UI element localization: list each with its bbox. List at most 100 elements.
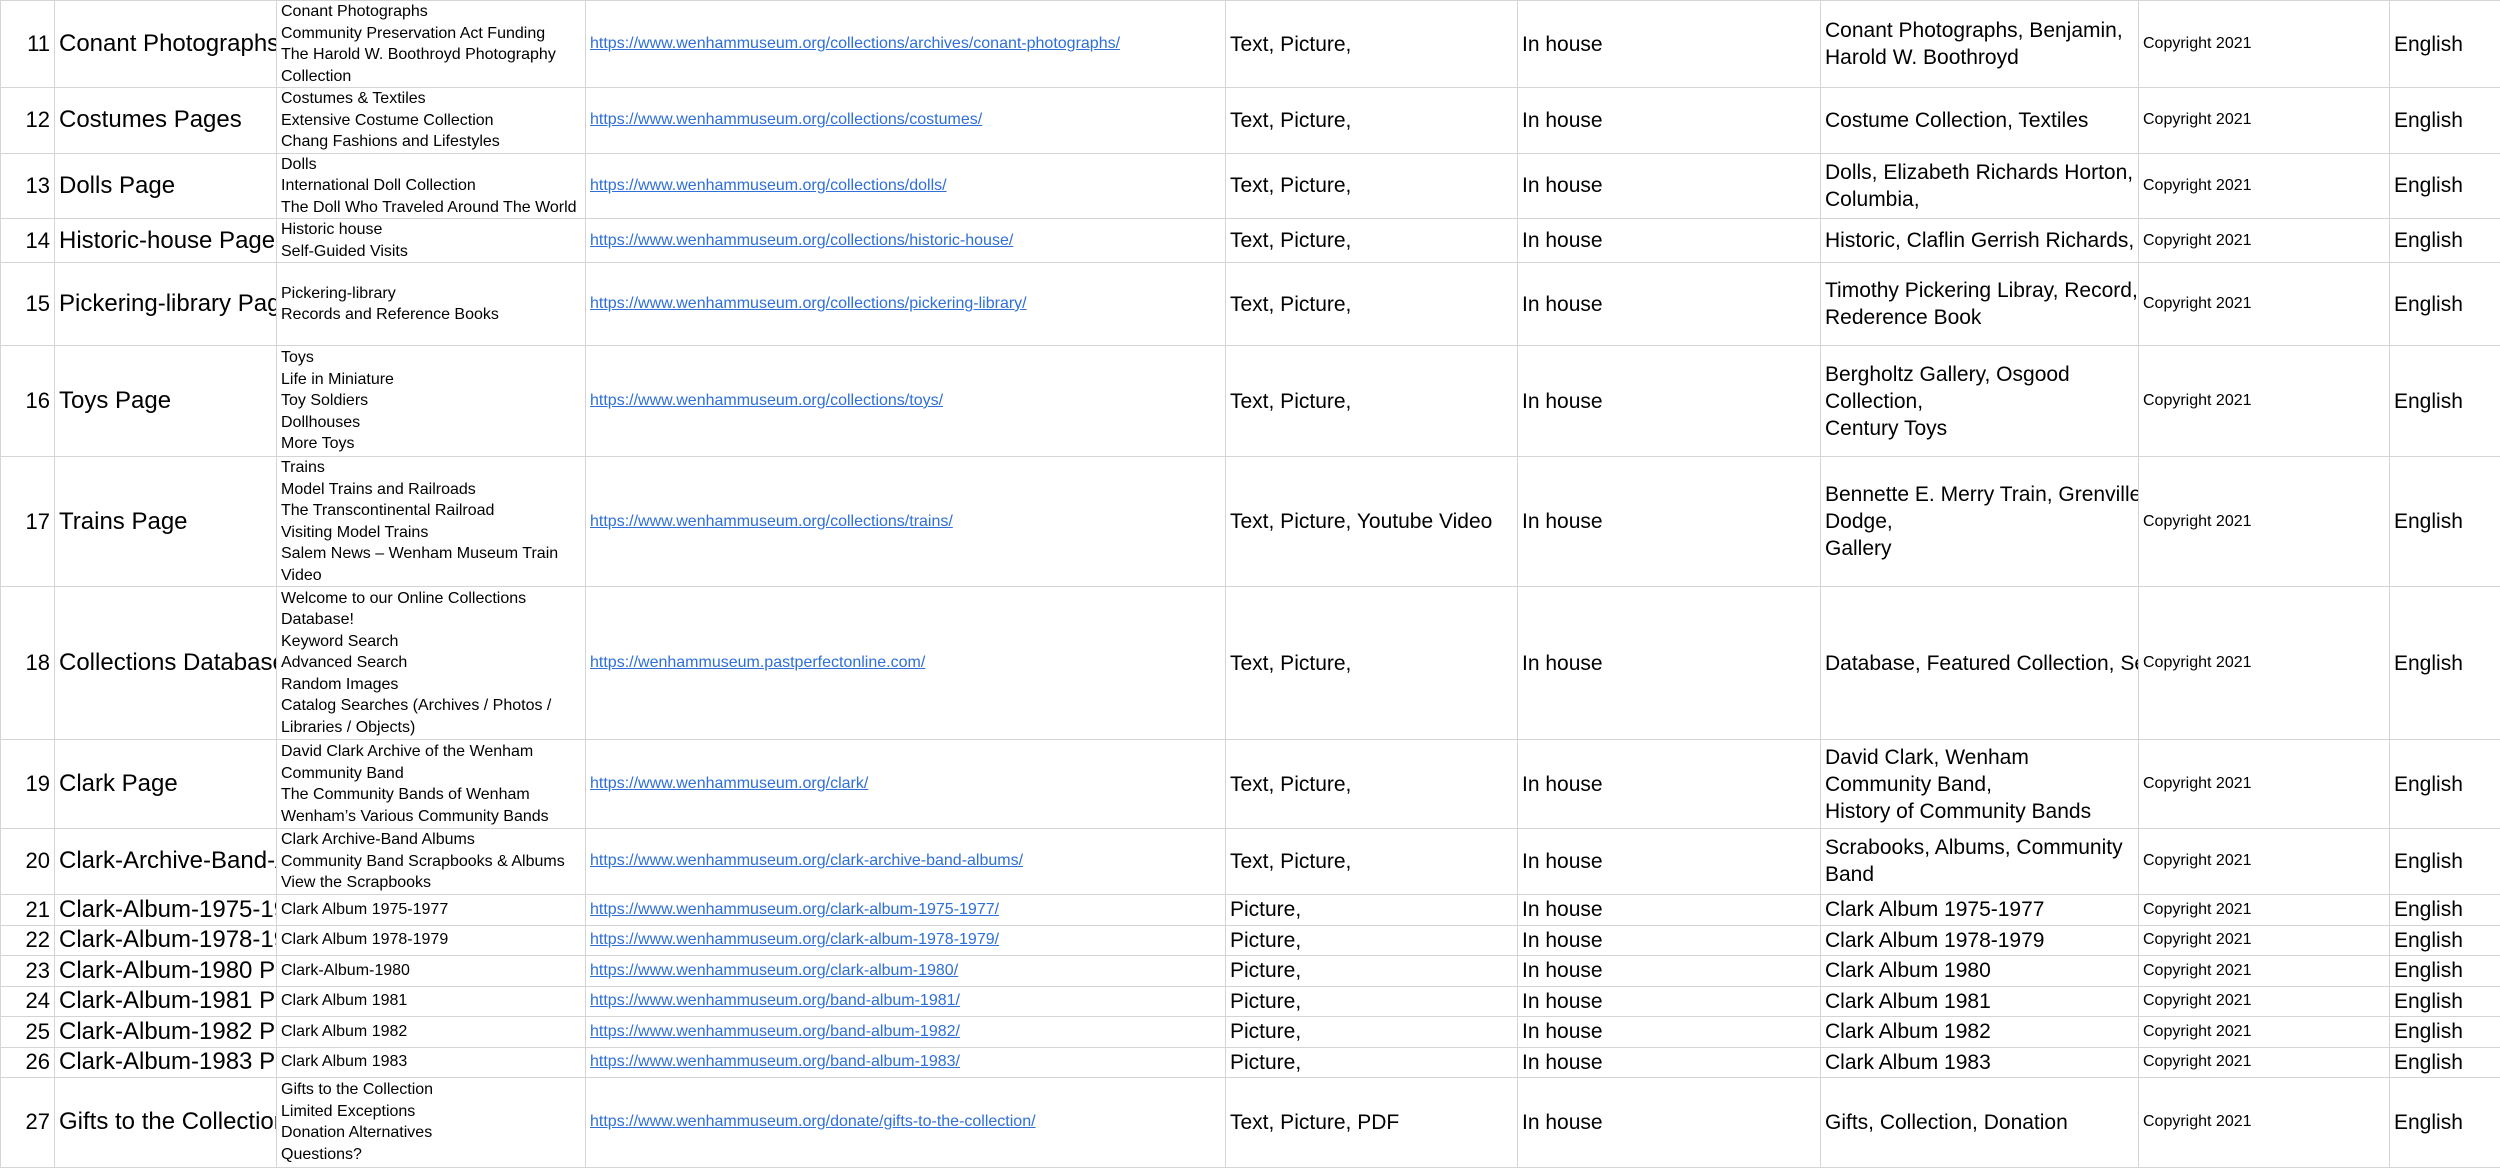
content-type-cell[interactable]: Text, Picture, bbox=[1226, 88, 1518, 154]
url-cell[interactable]: https://www.wenhammuseum.org/clark-album… bbox=[586, 894, 1226, 925]
page-name-cell[interactable]: Clark-Album-1975-1977 Page bbox=[55, 894, 277, 925]
language-cell[interactable]: English bbox=[2390, 153, 2500, 219]
copyright-cell[interactable]: Copyright 2021 bbox=[2139, 346, 2390, 457]
language-cell[interactable]: English bbox=[2390, 925, 2500, 955]
page-name-cell[interactable]: Clark-Album-1980 Page bbox=[55, 955, 277, 986]
source-cell[interactable]: In house bbox=[1518, 986, 1821, 1016]
source-cell[interactable]: In house bbox=[1518, 894, 1821, 925]
page-name-cell[interactable]: Historic-house Page bbox=[55, 219, 277, 263]
copyright-cell[interactable]: Copyright 2021 bbox=[2139, 829, 2390, 895]
source-cell[interactable]: In house bbox=[1518, 829, 1821, 895]
page-name-cell[interactable]: Collections Database bbox=[55, 587, 277, 740]
source-cell[interactable]: In house bbox=[1518, 1047, 1821, 1077]
source-cell[interactable]: In house bbox=[1518, 219, 1821, 263]
subsections-cell[interactable]: Clark Album 1983 bbox=[277, 1047, 586, 1077]
page-url-link[interactable]: https://www.wenhammuseum.org/collections… bbox=[590, 35, 1120, 52]
keywords-cell[interactable]: Clark Album 1978-1979 bbox=[1821, 925, 2139, 955]
url-cell[interactable]: https://www.wenhammuseum.org/clark/ bbox=[586, 740, 1226, 829]
page-name-cell[interactable]: Clark-Archive-Band-Albums Page bbox=[55, 829, 277, 895]
source-cell[interactable]: In house bbox=[1518, 346, 1821, 457]
subsections-cell[interactable]: ToysLife in MiniatureToy SoldiersDollhou… bbox=[277, 346, 586, 457]
copyright-cell[interactable]: Copyright 2021 bbox=[2139, 894, 2390, 925]
source-cell[interactable]: In house bbox=[1518, 263, 1821, 346]
page-url-link[interactable]: https://www.wenhammuseum.org/collections… bbox=[590, 295, 1027, 312]
page-url-link[interactable]: https://www.wenhammuseum.org/collections… bbox=[590, 111, 982, 128]
copyright-cell[interactable]: Copyright 2021 bbox=[2139, 1, 2390, 88]
copyright-cell[interactable]: Copyright 2021 bbox=[2139, 1016, 2390, 1047]
copyright-cell[interactable]: Copyright 2021 bbox=[2139, 925, 2390, 955]
page-url-link[interactable]: https://www.wenhammuseum.org/collections… bbox=[590, 177, 947, 194]
url-cell[interactable]: https://www.wenhammuseum.org/collections… bbox=[586, 457, 1226, 587]
language-cell[interactable]: English bbox=[2390, 263, 2500, 346]
keywords-cell[interactable]: Clark Album 1982 bbox=[1821, 1016, 2139, 1047]
subsections-cell[interactable]: David Clark Archive of the WenhamCommuni… bbox=[277, 740, 586, 829]
language-cell[interactable]: English bbox=[2390, 457, 2500, 587]
subsections-cell[interactable]: Conant PhotographsCommunity Preservation… bbox=[277, 1, 586, 88]
language-cell[interactable]: English bbox=[2390, 219, 2500, 263]
page-url-link[interactable]: https://www.wenhammuseum.org/clark-album… bbox=[590, 962, 958, 979]
url-cell[interactable]: https://www.wenhammuseum.org/band-album-… bbox=[586, 1047, 1226, 1077]
content-type-cell[interactable]: Text, Picture, bbox=[1226, 153, 1518, 219]
keywords-cell[interactable]: Conant Photographs, Benjamin,Harold W. B… bbox=[1821, 1, 2139, 88]
source-cell[interactable]: In house bbox=[1518, 925, 1821, 955]
page-url-link[interactable]: https://www.wenhammuseum.org/band-album-… bbox=[590, 992, 960, 1009]
language-cell[interactable]: English bbox=[2390, 955, 2500, 986]
page-name-cell[interactable]: Clark-Album-1983 Page bbox=[55, 1047, 277, 1077]
language-cell[interactable]: English bbox=[2390, 1077, 2500, 1167]
keywords-cell[interactable]: Gifts, Collection, Donation bbox=[1821, 1077, 2139, 1167]
subsections-cell[interactable]: Trains Model Trains and RailroadsThe Tra… bbox=[277, 457, 586, 587]
page-url-link[interactable]: https://www.wenhammuseum.org/clark/ bbox=[590, 775, 868, 792]
url-cell[interactable]: https://www.wenhammuseum.org/band-album-… bbox=[586, 986, 1226, 1016]
subsections-cell[interactable]: Welcome to our Online CollectionsDatabas… bbox=[277, 587, 586, 740]
copyright-cell[interactable]: Copyright 2021 bbox=[2139, 1047, 2390, 1077]
content-type-cell[interactable]: Text, Picture, PDF bbox=[1226, 1077, 1518, 1167]
keywords-cell[interactable]: Clark Album 1983 bbox=[1821, 1047, 2139, 1077]
page-url-link[interactable]: https://www.wenhammuseum.org/collections… bbox=[590, 513, 953, 530]
content-type-cell[interactable]: Picture, bbox=[1226, 955, 1518, 986]
subsections-cell[interactable]: Costumes & TextilesExtensive Costume Col… bbox=[277, 88, 586, 154]
page-name-cell[interactable]: Trains Page bbox=[55, 457, 277, 587]
url-cell[interactable]: https://www.wenhammuseum.org/collections… bbox=[586, 1, 1226, 88]
subsections-cell[interactable]: Clark Album 1975-1977 bbox=[277, 894, 586, 925]
keywords-cell[interactable]: Database, Featured Collection, Search bbox=[1821, 587, 2139, 740]
content-type-cell[interactable]: Text, Picture, bbox=[1226, 1, 1518, 88]
source-cell[interactable]: In house bbox=[1518, 1, 1821, 88]
content-type-cell[interactable]: Picture, bbox=[1226, 894, 1518, 925]
content-type-cell[interactable]: Text, Picture, bbox=[1226, 587, 1518, 740]
url-cell[interactable]: https://www.wenhammuseum.org/clark-album… bbox=[586, 955, 1226, 986]
page-url-link[interactable]: https://www.wenhammuseum.org/donate/gift… bbox=[590, 1113, 1036, 1130]
subsections-cell[interactable]: Clark Archive-Band AlbumsCommunity Band … bbox=[277, 829, 586, 895]
url-cell[interactable]: https://www.wenhammuseum.org/band-album-… bbox=[586, 1016, 1226, 1047]
page-url-link[interactable]: https://www.wenhammuseum.org/clark-archi… bbox=[590, 852, 1023, 869]
keywords-cell[interactable]: Historic, Claflin Gerrish Richards, bbox=[1821, 219, 2139, 263]
content-type-cell[interactable]: Text, Picture, bbox=[1226, 346, 1518, 457]
language-cell[interactable]: English bbox=[2390, 894, 2500, 925]
page-url-link[interactable]: https://www.wenhammuseum.org/collections… bbox=[590, 232, 1013, 249]
language-cell[interactable]: English bbox=[2390, 986, 2500, 1016]
keywords-cell[interactable]: Clark Album 1975-1977 bbox=[1821, 894, 2139, 925]
page-url-link[interactable]: https://wenhammuseum.pastperfectonline.c… bbox=[590, 654, 925, 671]
content-type-cell[interactable]: Text, Picture, bbox=[1226, 263, 1518, 346]
keywords-cell[interactable]: Costume Collection, Textiles bbox=[1821, 88, 2139, 154]
keywords-cell[interactable]: Dolls, Elizabeth Richards Horton,Columbi… bbox=[1821, 153, 2139, 219]
url-cell[interactable]: https://www.wenhammuseum.org/donate/gift… bbox=[586, 1077, 1226, 1167]
source-cell[interactable]: In house bbox=[1518, 1077, 1821, 1167]
page-name-cell[interactable]: Clark-Album-1982 Page bbox=[55, 1016, 277, 1047]
page-url-link[interactable]: https://www.wenhammuseum.org/collections… bbox=[590, 392, 943, 409]
keywords-cell[interactable]: Scrabooks, Albums, CommunityBand bbox=[1821, 829, 2139, 895]
copyright-cell[interactable]: Copyright 2021 bbox=[2139, 263, 2390, 346]
url-cell[interactable]: https://www.wenhammuseum.org/collections… bbox=[586, 88, 1226, 154]
page-name-cell[interactable]: Toys Page bbox=[55, 346, 277, 457]
page-url-link[interactable]: https://www.wenhammuseum.org/band-album-… bbox=[590, 1053, 960, 1070]
content-type-cell[interactable]: Text, Picture, bbox=[1226, 829, 1518, 895]
page-name-cell[interactable]: Conant Photographs bbox=[55, 1, 277, 88]
language-cell[interactable]: English bbox=[2390, 740, 2500, 829]
page-url-link[interactable]: https://www.wenhammuseum.org/band-album-… bbox=[590, 1023, 960, 1040]
copyright-cell[interactable]: Copyright 2021 bbox=[2139, 457, 2390, 587]
content-type-cell[interactable]: Picture, bbox=[1226, 986, 1518, 1016]
copyright-cell[interactable]: Copyright 2021 bbox=[2139, 219, 2390, 263]
keywords-cell[interactable]: Bergholtz Gallery, OsgoodCollection,Cent… bbox=[1821, 346, 2139, 457]
copyright-cell[interactable]: Copyright 2021 bbox=[2139, 740, 2390, 829]
url-cell[interactable]: https://www.wenhammuseum.org/collections… bbox=[586, 153, 1226, 219]
url-cell[interactable]: https://www.wenhammuseum.org/clark-archi… bbox=[586, 829, 1226, 895]
